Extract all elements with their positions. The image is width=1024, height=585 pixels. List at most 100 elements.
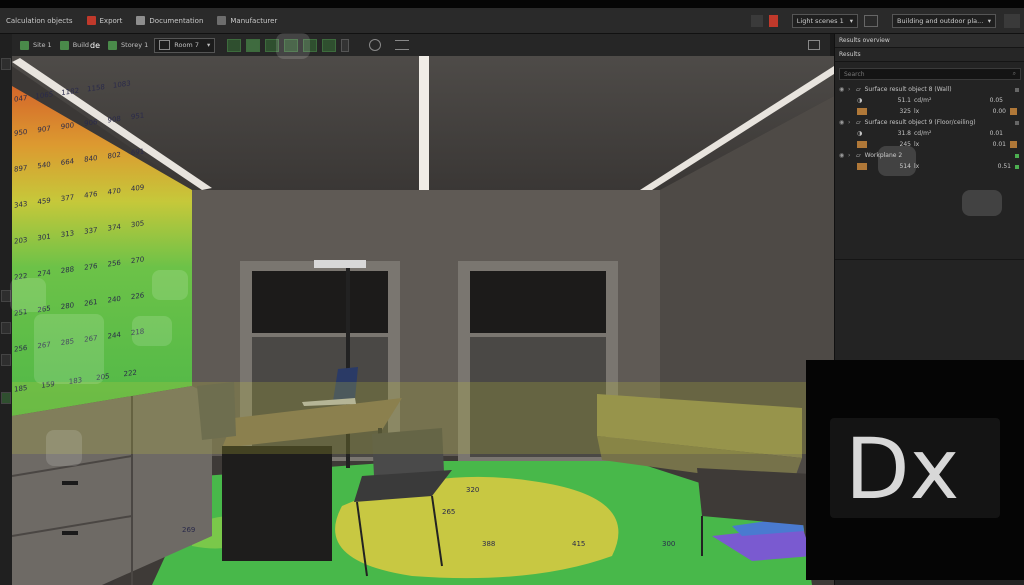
menu-export-label: Export: [99, 16, 123, 25]
building-dropdown[interactable]: Building and outdoor pla... ▾: [892, 13, 996, 28]
light-scenes-dropdown[interactable]: Light scenes 1 ▾: [791, 13, 858, 28]
wall-value: 240: [107, 294, 121, 305]
luminance-icon: ◑: [857, 97, 863, 104]
wall-value-row: 950 907 900 906 908 951: [14, 111, 144, 137]
result-value-row[interactable]: 514 lx 0.51: [835, 161, 1024, 172]
view-toolbar: Site 1 Build de Storey 1 Room 7 ▾: [12, 34, 830, 57]
wall-value: 343: [14, 199, 28, 210]
wall-value: 906: [84, 117, 98, 128]
menu-documentation[interactable]: Documentation: [136, 16, 203, 25]
result-object-label: Surface result object 8 (Wall): [864, 86, 952, 93]
visibility-eye-icon[interactable]: ◉: [839, 152, 848, 159]
overlay-text: de: [90, 40, 101, 50]
wall-value: 276: [84, 261, 98, 272]
help-icon[interactable]: [1, 58, 11, 70]
building-icon: [59, 40, 69, 50]
view-mode-button[interactable]: [227, 38, 242, 52]
wall-value: 1083: [112, 79, 131, 90]
chevron-down-icon: ▾: [987, 16, 991, 25]
surface-object-icon: ▱: [856, 86, 861, 93]
touch-highlight: [152, 270, 188, 300]
result-ratio: 0.01: [989, 130, 1003, 137]
menu-bar: Calculation objects Export Documentation…: [0, 8, 1024, 34]
status-indicator: [1015, 164, 1019, 169]
results-section-header[interactable]: Results: [835, 48, 1024, 62]
tab-storey[interactable]: Storey 1: [108, 40, 149, 50]
color-swatch[interactable]: [1010, 108, 1017, 115]
wall-value: 540: [37, 160, 51, 171]
search-input[interactable]: Search ⌕: [839, 68, 1021, 80]
view-mode-button[interactable]: [322, 38, 337, 52]
camera-target-icon[interactable]: [369, 39, 382, 51]
menu-export[interactable]: Export: [86, 16, 123, 25]
storey-icon: [108, 40, 118, 50]
wall-value: 222: [123, 368, 137, 379]
chevron-down-icon: ▾: [206, 41, 211, 49]
result-ratio: 0.05: [989, 97, 1003, 104]
result-unit: lx: [914, 141, 920, 148]
color-swatch[interactable]: [1010, 141, 1017, 148]
light-bulb-icon[interactable]: [750, 14, 763, 27]
touch-highlight: [10, 278, 46, 312]
result-value-row[interactable]: ◑ 51.1 cd/m² 0.05: [835, 95, 1024, 106]
wall-value: 288: [60, 265, 75, 276]
more-views-button[interactable]: [341, 38, 350, 52]
result-ratio: 0.01: [992, 141, 1006, 148]
export-icon: [86, 16, 96, 25]
tab-storey-label: Storey 1: [121, 41, 149, 49]
result-ratio: 0.00: [992, 108, 1006, 115]
luminance-icon: ◑: [857, 130, 863, 137]
monitor-icon[interactable]: [864, 14, 878, 27]
app-logo-icon[interactable]: [1004, 13, 1020, 28]
wall-value: 1065: [35, 90, 54, 101]
results-section-label: Results: [839, 51, 861, 58]
result-value-row[interactable]: 245 lx 0.01: [835, 139, 1024, 150]
wall-value: 476: [84, 189, 98, 200]
room-dropdown[interactable]: Room 7 ▾: [154, 37, 216, 53]
illuminance-icon: [857, 108, 867, 115]
wall-value: 244: [107, 330, 121, 341]
tab-building-label: Build: [72, 41, 90, 49]
wall-value: 907: [37, 124, 51, 135]
panel-title-label: Results overview: [839, 37, 890, 44]
record-icon[interactable]: [768, 14, 778, 27]
floor-value: 269: [182, 526, 196, 534]
result-ratio: 0.51: [997, 163, 1011, 170]
touch-highlight: [276, 33, 310, 59]
status-indicator: [1015, 153, 1019, 158]
result-object-label: Surface result object 9 (Floor/ceiling): [864, 119, 976, 126]
wall-value: 802: [107, 150, 121, 161]
expand-chevron-icon[interactable]: ›: [848, 86, 856, 93]
dx-logo-text: Dx: [845, 420, 960, 518]
tool-button[interactable]: [1, 354, 11, 366]
touch-highlight: [46, 430, 82, 466]
result-object-row[interactable]: ◉ › ▱ Surface result object 8 (Wall): [835, 84, 1024, 95]
menu-calculation-objects[interactable]: Calculation objects: [6, 17, 73, 25]
menu-manufacturer[interactable]: Manufacturer: [217, 16, 277, 25]
wall-value: 226: [130, 291, 145, 302]
window-top-strip: [0, 0, 1024, 8]
result-value-row[interactable]: ◑ 31.8 cd/m² 0.01: [835, 128, 1024, 139]
expand-chevron-icon[interactable]: ›: [848, 119, 856, 126]
result-value-row[interactable]: 325 lx 0.00: [835, 106, 1024, 117]
wall-value: 270: [130, 255, 145, 266]
wall-value: 897: [14, 163, 28, 174]
result-object-row[interactable]: ◉ › ▱ Surface result object 9 (Floor/cei…: [835, 117, 1024, 128]
tab-building[interactable]: Build de: [59, 40, 101, 50]
result-object-row[interactable]: ◉ › ▱ Workplane 2: [835, 150, 1024, 161]
wall-value: 256: [14, 343, 28, 354]
view-mode-button[interactable]: [246, 38, 261, 52]
light-scenes-label: Light scenes 1: [796, 16, 844, 25]
monitor-icon[interactable]: [808, 40, 820, 50]
visibility-eye-icon[interactable]: ◉: [839, 86, 848, 93]
wall-value: 305: [130, 219, 145, 230]
tool-button[interactable]: [1, 322, 11, 334]
search-icon: ⌕: [1012, 70, 1016, 77]
expand-chevron-icon[interactable]: ›: [848, 152, 856, 159]
visibility-eye-icon[interactable]: ◉: [839, 119, 848, 126]
tool-button[interactable]: [1, 392, 11, 404]
wall-value-row: 203 301 313 337 374 305: [14, 219, 144, 245]
tab-site[interactable]: Site 1: [20, 40, 52, 50]
status-indicator: [1015, 120, 1019, 125]
measure-icon[interactable]: [395, 40, 410, 50]
